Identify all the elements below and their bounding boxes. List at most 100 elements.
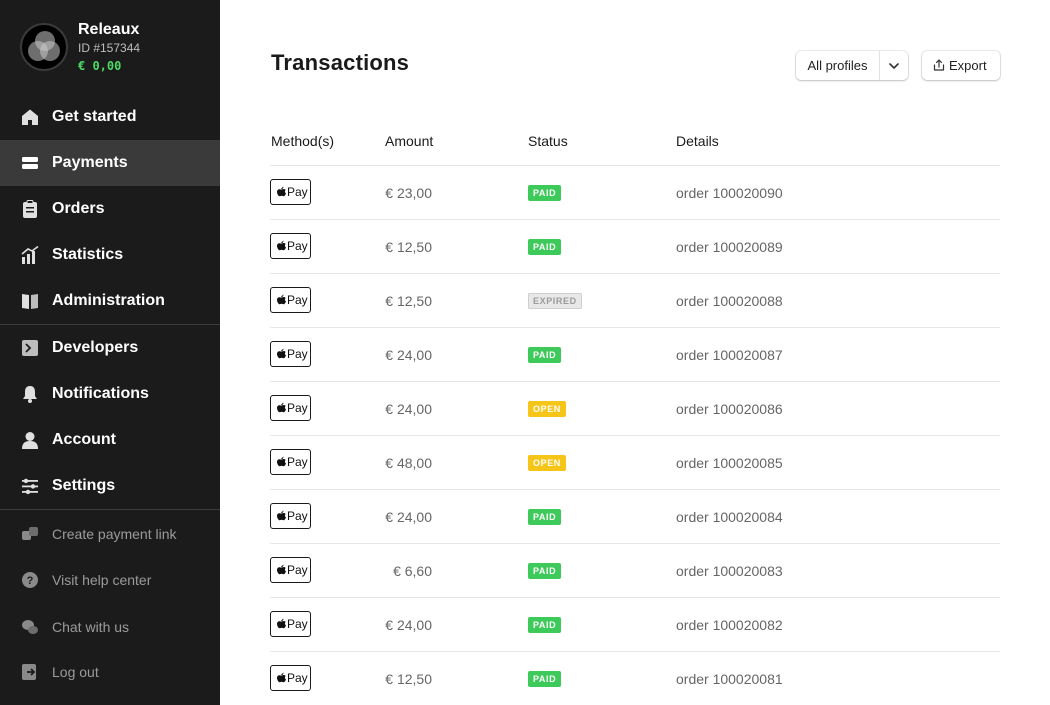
bell-icon — [21, 385, 39, 403]
nav-divider — [0, 509, 220, 510]
chevron-down-icon[interactable] — [880, 51, 908, 80]
sidebar-item-create-payment-link[interactable]: Create payment link — [0, 511, 220, 557]
sidebar-item-label: Chat with us — [52, 619, 130, 635]
status-badge: OPEN — [528, 401, 566, 417]
sidebar-item-get-started[interactable]: Get started — [0, 94, 220, 140]
table-row[interactable]: Pay € 48,00 OPEN order 100020085 — [270, 436, 1000, 490]
sidebar: Releaux ID #157344 € 0,00 Get started Pay… — [0, 0, 220, 705]
sidebar-item-label: Account — [52, 431, 116, 448]
sidebar-item-administration[interactable]: Administration — [0, 278, 220, 324]
sidebar-item-settings[interactable]: Settings — [0, 463, 220, 509]
table-row[interactable]: Pay € 23,00 PAID order 100020090 — [270, 166, 1000, 220]
table-row[interactable]: Pay € 12,50 PAID order 100020081 — [270, 652, 1000, 705]
profile-filter-dropdown[interactable]: All profiles — [796, 51, 908, 80]
export-icon — [933, 59, 945, 71]
sidebar-item-label: Administration — [52, 292, 165, 309]
details-cell: order 100020086 — [676, 401, 783, 417]
chart-icon — [21, 245, 39, 264]
amount-cell: € 23,00 — [385, 185, 432, 201]
chat-icon — [21, 618, 39, 636]
details-cell: order 100020090 — [676, 185, 783, 201]
details-cell: order 100020089 — [676, 239, 783, 255]
sidebar-item-account[interactable]: Account — [0, 417, 220, 463]
sidebar-item-label: Statistics — [52, 246, 124, 263]
status-badge: EXPIRED — [528, 293, 582, 309]
status-badge: PAID — [528, 617, 562, 633]
user-icon — [21, 431, 39, 449]
sidebar-item-visit-help-center[interactable]: ? Visit help center — [0, 557, 220, 603]
column-header-method[interactable]: Method(s) — [271, 133, 334, 149]
status-badge: PAID — [528, 347, 562, 363]
sidebar-item-chat-with-us[interactable]: Chat with us — [0, 604, 220, 650]
details-cell: order 100020083 — [676, 563, 783, 579]
sidebar-item-label: Create payment link — [52, 526, 177, 542]
profile-filter-label: All profiles — [796, 51, 880, 80]
organization-id: ID #157344 — [78, 41, 141, 55]
clipboard-icon — [21, 200, 39, 218]
amount-cell: € 12,50 — [385, 671, 432, 687]
column-header-amount[interactable]: Amount — [385, 133, 433, 149]
amount-cell: € 24,00 — [385, 509, 432, 525]
status-badge: PAID — [528, 563, 562, 579]
sidebar-item-payments[interactable]: Payments — [0, 140, 220, 186]
terminal-icon — [21, 339, 39, 357]
amount-cell: € 24,00 — [385, 347, 432, 363]
table-row[interactable]: Pay € 6,60 PAID order 100020083 — [270, 544, 1000, 598]
table-row[interactable]: Pay € 12,50 PAID order 100020089 — [270, 220, 1000, 274]
sidebar-item-developers[interactable]: Developers — [0, 325, 220, 371]
svg-text:?: ? — [27, 575, 34, 587]
sidebar-item-log-out[interactable]: Log out — [0, 649, 220, 695]
status-badge: PAID — [528, 671, 562, 687]
nav-divider — [0, 324, 220, 325]
sidebar-item-label: Get started — [52, 108, 137, 125]
sidebar-item-label: Log out — [52, 664, 99, 680]
book-icon — [21, 292, 39, 310]
column-header-details[interactable]: Details — [676, 133, 719, 149]
details-cell: order 100020088 — [676, 293, 783, 309]
sliders-icon — [21, 477, 39, 495]
table-row[interactable]: Pay € 24,00 PAID order 100020087 — [270, 328, 1000, 382]
details-cell: order 100020084 — [676, 509, 783, 525]
amount-cell: € 48,00 — [385, 455, 432, 471]
sidebar-item-label: Visit help center — [52, 572, 152, 588]
status-badge: PAID — [528, 185, 562, 201]
account-switcher[interactable]: Releaux ID #157344 € 0,00 — [0, 0, 220, 92]
details-cell: order 100020087 — [676, 347, 783, 363]
page-title: Transactions — [271, 50, 410, 75]
amount-cell: € 12,50 — [385, 239, 432, 255]
sidebar-item-notifications[interactable]: Notifications — [0, 371, 220, 417]
organization-avatar — [20, 23, 68, 71]
details-cell: order 100020081 — [676, 671, 783, 687]
amount-cell: € 12,50 — [385, 293, 432, 309]
main-content: Transactions All profiles Export Method(… — [220, 0, 1050, 705]
sidebar-item-label: Orders — [52, 200, 105, 217]
table-row[interactable]: Pay € 24,00 PAID order 100020082 — [270, 598, 1000, 652]
amount-cell: € 24,00 — [385, 617, 432, 633]
amount-cell: € 6,60 — [393, 563, 432, 579]
account-balance: € 0,00 — [78, 59, 122, 73]
sidebar-item-orders[interactable]: Orders — [0, 186, 220, 232]
amount-cell: € 24,00 — [385, 401, 432, 417]
table-row[interactable]: Pay € 24,00 PAID order 100020084 — [270, 490, 1000, 544]
help-icon: ? — [21, 571, 39, 589]
payments-icon — [21, 154, 39, 172]
link-icon — [21, 525, 39, 543]
status-badge: OPEN — [528, 455, 566, 471]
organization-name: Releaux — [78, 21, 140, 38]
sidebar-item-label: Settings — [52, 477, 116, 494]
details-cell: order 100020085 — [676, 455, 783, 471]
table-row[interactable]: Pay € 24,00 OPEN order 100020086 — [270, 382, 1000, 436]
sidebar-item-label: Payments — [52, 154, 128, 171]
home-icon — [21, 108, 39, 126]
status-badge: PAID — [528, 509, 562, 525]
logout-icon — [21, 663, 39, 681]
column-header-status[interactable]: Status — [528, 133, 568, 149]
sidebar-item-label: Developers — [52, 339, 139, 356]
sidebar-item-statistics[interactable]: Statistics — [0, 232, 220, 278]
status-badge: PAID — [528, 239, 562, 255]
export-button[interactable]: Export — [922, 51, 1000, 80]
export-label: Export — [949, 58, 987, 73]
details-cell: order 100020082 — [676, 617, 783, 633]
sidebar-item-label: Notifications — [52, 385, 149, 402]
table-row[interactable]: Pay € 12,50 EXPIRED order 100020088 — [270, 274, 1000, 328]
